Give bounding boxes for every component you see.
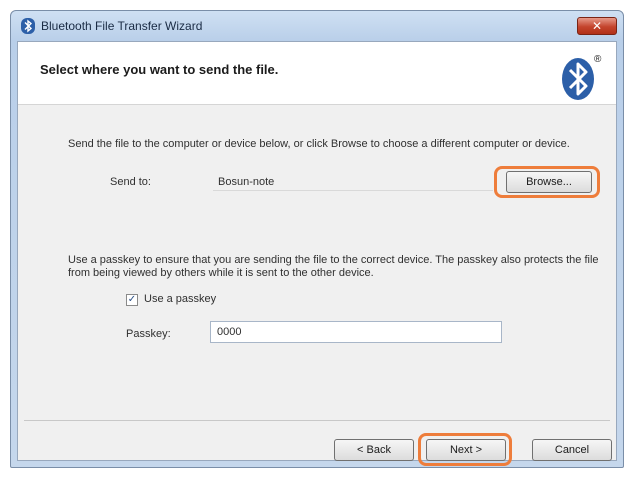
wizard-content: Select where you want to send the file. …: [17, 41, 617, 466]
window-title: Bluetooth File Transfer Wizard: [41, 19, 203, 33]
use-passkey-checkbox[interactable]: ✓: [126, 294, 138, 306]
send-to-label: Send to:: [110, 176, 151, 188]
title-bar[interactable]: Bluetooth File Transfer Wizard ✕: [11, 11, 623, 41]
wizard-window: Bluetooth File Transfer Wizard ✕ Select …: [10, 10, 624, 468]
passkey-description: Use a passkey to ensure that you are sen…: [68, 254, 599, 279]
footer-divider: [24, 420, 610, 421]
passkey-label: Passkey:: [126, 328, 171, 340]
cancel-button[interactable]: Cancel: [532, 439, 612, 461]
wizard-header: Select where you want to send the file. …: [18, 42, 616, 105]
send-description: Send the file to the computer or device …: [68, 138, 570, 150]
registered-mark: ®: [594, 54, 602, 65]
next-highlight: [418, 433, 512, 466]
passkey-input[interactable]: [210, 321, 502, 343]
close-icon: ✕: [591, 19, 603, 33]
bluetooth-icon: [21, 18, 35, 34]
bluetooth-logo-icon: ®: [562, 54, 602, 100]
close-button[interactable]: ✕: [577, 17, 617, 35]
cancel-button-label: Cancel: [554, 444, 590, 456]
page-title: Select where you want to send the file.: [40, 62, 279, 77]
browse-highlight: [494, 166, 600, 198]
back-button[interactable]: < Back: [334, 439, 414, 461]
send-to-divider: [213, 190, 493, 191]
use-passkey-label[interactable]: Use a passkey: [144, 293, 216, 305]
back-button-label: < Back: [357, 444, 391, 456]
send-to-value: Bosun-note: [218, 176, 275, 188]
